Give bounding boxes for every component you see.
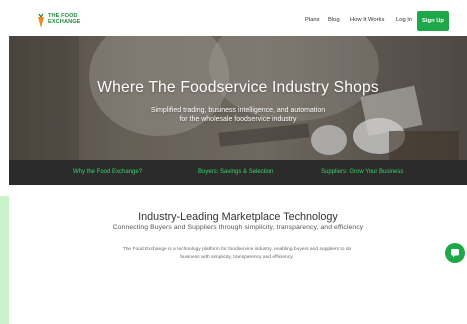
- page: THE FOOD EXCHANGE Plans Blog How It Work…: [9, 0, 467, 324]
- logo[interactable]: THE FOOD EXCHANGE: [37, 13, 87, 29]
- nav-log-in[interactable]: Log In: [396, 17, 412, 23]
- chat-button[interactable]: [445, 243, 465, 263]
- buyers-link[interactable]: Buyers: Savings & Selection: [198, 169, 273, 175]
- why-food-exchange-link[interactable]: Why the Food Exchange?: [73, 169, 142, 175]
- hero-banner: Where The Foodservice Industry Shops Sim…: [9, 36, 467, 160]
- top-navbar: THE FOOD EXCHANGE Plans Blog How It Work…: [9, 0, 467, 36]
- section-title: Industry-Leading Marketplace Technology: [138, 211, 338, 223]
- nav-blog[interactable]: Blog: [328, 17, 340, 23]
- chat-bubble-icon: [451, 249, 459, 258]
- logo-text: THE FOOD EXCHANGE: [48, 13, 81, 25]
- left-accent-bar: [0, 196, 9, 324]
- hero-subtitle-line-1: Simplified trading, business intelligenc…: [150, 107, 326, 114]
- sign-up-button[interactable]: Sign Up: [417, 11, 449, 31]
- suppliers-link[interactable]: Suppliers: Grow Your Business: [321, 169, 403, 175]
- hero-subtitle-line-2: for the wholesale foodservice industry: [179, 116, 297, 123]
- hero-subtitle: Simplified trading, business intelligenc…: [9, 106, 467, 124]
- nav-how-it-works[interactable]: How It Works: [350, 17, 384, 23]
- section-subtitle: Connecting Buyers and Suppliers through …: [112, 224, 364, 231]
- carrot-icon: [38, 13, 44, 28]
- section-body: The Food Exchange is a technology platfo…: [122, 247, 352, 260]
- hero-background-image: [9, 36, 467, 160]
- hero-title: Where The Foodservice Industry Shops: [97, 79, 379, 96]
- nav-plans[interactable]: Plans: [305, 17, 320, 23]
- audience-links-strip: Why the Food Exchange? Buyers: Savings &…: [9, 160, 467, 185]
